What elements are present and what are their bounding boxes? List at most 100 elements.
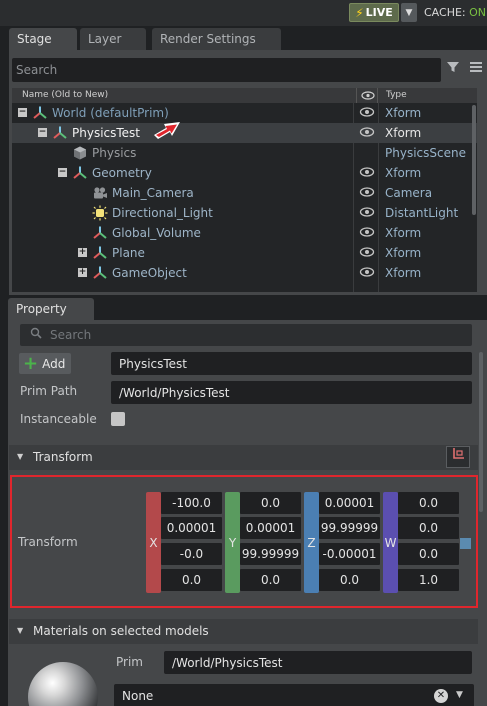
prim-path-label: Prim Path bbox=[20, 384, 78, 398]
tab-render-settings-label: Render Settings bbox=[160, 32, 256, 46]
matrix-cell-z-2[interactable]: -0.00001 bbox=[319, 543, 380, 565]
prim-name-field[interactable]: PhysicsTest bbox=[111, 352, 472, 375]
tree-row-type: Xform bbox=[385, 106, 422, 120]
stage-tree-scrollbar[interactable] bbox=[472, 105, 476, 215]
tree-row-type: Xform bbox=[385, 246, 422, 260]
material-prim-field[interactable]: /World/PhysicsTest bbox=[164, 651, 472, 674]
tree-row[interactable]: Physics PhysicsScene bbox=[12, 143, 477, 163]
tree-row[interactable]: + Plane Xform bbox=[12, 243, 477, 263]
matrix-cell-x-3[interactable]: 0.0 bbox=[161, 569, 222, 591]
eye-icon[interactable] bbox=[358, 186, 376, 200]
cache-label: CACHE: bbox=[424, 6, 470, 19]
axis-y-label: Y bbox=[225, 492, 240, 593]
visibility-column-header[interactable] bbox=[356, 88, 378, 103]
clear-icon[interactable]: ✕ bbox=[434, 689, 448, 703]
hamburger-menu-icon[interactable] bbox=[469, 60, 487, 78]
matrix-cell-y-0[interactable]: 0.0 bbox=[240, 492, 301, 514]
eye-icon[interactable] bbox=[358, 166, 376, 180]
transform-matrix: X -100.0 0.00001 -0.0 0.0 Y 0.0 0.00001 99.99999… bbox=[12, 477, 476, 606]
tree-row[interactable]: − PhysicsTest Xform bbox=[12, 123, 477, 143]
matrix-cell-z-3[interactable]: 0.0 bbox=[319, 569, 380, 591]
instanceable-checkbox[interactable] bbox=[111, 412, 125, 426]
column-type-header[interactable]: Type bbox=[386, 90, 407, 100]
tab-property[interactable]: Property bbox=[8, 298, 94, 320]
tree-row-name: Geometry bbox=[92, 166, 152, 180]
eye-icon[interactable] bbox=[358, 226, 376, 240]
eye-icon[interactable] bbox=[358, 206, 376, 220]
tree-row[interactable]: − World (defaultPrim) Xform bbox=[12, 103, 477, 123]
tree-row[interactable]: + GameObject Xform bbox=[12, 263, 477, 283]
property-scrollbar[interactable] bbox=[479, 352, 483, 512]
eye-icon[interactable] bbox=[358, 246, 376, 260]
tree-row[interactable]: Directional_Light DistantLight bbox=[12, 203, 477, 223]
matrix-cell-y-3[interactable]: 0.0 bbox=[240, 569, 301, 591]
stage-search-placeholder: Search bbox=[16, 63, 58, 77]
transform-section-title: Transform bbox=[33, 450, 93, 464]
matrix-cell-w-0[interactable]: 0.0 bbox=[398, 492, 459, 514]
tree-row-type: Xform bbox=[385, 126, 422, 140]
matrix-cell-x-1[interactable]: 0.00001 bbox=[161, 517, 222, 539]
tree-row-name: PhysicsTest bbox=[72, 126, 141, 140]
matrix-cell-w-3[interactable]: 1.0 bbox=[398, 569, 459, 591]
collapse-icon[interactable]: − bbox=[18, 108, 27, 117]
column-name-header[interactable]: Name (Old to New) bbox=[22, 90, 108, 100]
collapse-icon[interactable]: − bbox=[38, 128, 47, 137]
matrix-cell-x-0[interactable]: -100.0 bbox=[161, 492, 222, 514]
axis-w-label: W bbox=[383, 492, 398, 593]
matrix-cell-y-2[interactable]: 99.99999 bbox=[240, 543, 301, 565]
matrix-cell-x-2[interactable]: -0.0 bbox=[161, 543, 222, 565]
tree-row-type: Xform bbox=[385, 226, 422, 240]
tree-header: Name (Old to New) Type bbox=[12, 88, 477, 103]
materials-section-header[interactable]: ▼ Materials on selected models bbox=[9, 619, 478, 644]
property-search-placeholder: Search bbox=[50, 328, 92, 342]
tree-row[interactable]: − Geometry Xform bbox=[12, 163, 477, 183]
transform-section-header[interactable]: ▼ Transform bbox=[9, 445, 478, 470]
tree-row-name: Directional_Light bbox=[112, 206, 213, 220]
add-button[interactable]: + Add bbox=[19, 353, 71, 374]
matrix-cell-y-1[interactable]: 0.00001 bbox=[240, 517, 301, 539]
transform-mode-icon[interactable] bbox=[446, 446, 470, 468]
material-select[interactable]: None bbox=[114, 684, 474, 706]
collapse-icon[interactable]: − bbox=[58, 168, 67, 177]
live-dropdown-chevron-icon[interactable]: ▼ bbox=[401, 3, 417, 22]
matrix-reset-indicator[interactable] bbox=[460, 538, 471, 549]
xform-icon bbox=[92, 265, 108, 281]
chevron-down-icon[interactable]: ▼ bbox=[456, 690, 463, 700]
live-label: LIVE bbox=[365, 6, 393, 19]
matrix-cell-z-0[interactable]: 0.00001 bbox=[319, 492, 380, 514]
xform-icon bbox=[72, 165, 88, 181]
tab-render-settings[interactable]: Render Settings bbox=[152, 28, 281, 50]
eye-icon bbox=[361, 91, 375, 100]
eye-icon[interactable] bbox=[358, 126, 376, 140]
live-button[interactable]: ⚡ LIVE bbox=[349, 3, 399, 22]
xform-icon bbox=[52, 125, 68, 141]
axis-z-label: Z bbox=[304, 492, 319, 593]
stage-search-input[interactable]: Search bbox=[12, 58, 441, 82]
tab-layer[interactable]: Layer bbox=[80, 28, 146, 50]
tree-row[interactable]: Global_Volume Xform bbox=[12, 223, 477, 243]
xform-icon bbox=[92, 225, 108, 241]
tab-property-label: Property bbox=[16, 302, 67, 316]
tab-stage[interactable]: Stage bbox=[9, 28, 77, 50]
prim-path-field[interactable]: /World/PhysicsTest bbox=[111, 381, 472, 404]
filter-icon[interactable] bbox=[446, 60, 464, 78]
expand-icon[interactable]: + bbox=[78, 248, 87, 257]
light-icon bbox=[92, 205, 108, 221]
tree-rows: − World (defaultPrim) Xform − PhysicsTest Xfo… bbox=[12, 103, 477, 292]
property-search-input[interactable]: Search bbox=[20, 324, 472, 346]
camera-icon bbox=[92, 185, 108, 201]
expand-icon[interactable]: + bbox=[78, 268, 87, 277]
eye-icon[interactable] bbox=[358, 266, 376, 280]
cache-state: ON bbox=[469, 6, 487, 19]
transform-matrix-highlight: Transform X -100.0 0.00001 -0.0 0.0 Y 0.0 0.000… bbox=[10, 475, 478, 608]
material-prim-label: Prim bbox=[116, 655, 143, 669]
matrix-cell-z-1[interactable]: 99.99999 bbox=[319, 517, 380, 539]
axis-x-label: X bbox=[146, 492, 161, 593]
tree-row[interactable]: Main_Camera Camera bbox=[12, 183, 477, 203]
tree-row-type: Xform bbox=[385, 166, 422, 180]
collapse-triangle-icon: ▼ bbox=[17, 626, 24, 635]
lightning-icon: ⚡ bbox=[355, 5, 364, 20]
matrix-cell-w-2[interactable]: 0.0 bbox=[398, 543, 459, 565]
matrix-cell-w-1[interactable]: 0.0 bbox=[398, 517, 459, 539]
eye-icon[interactable] bbox=[358, 106, 376, 120]
